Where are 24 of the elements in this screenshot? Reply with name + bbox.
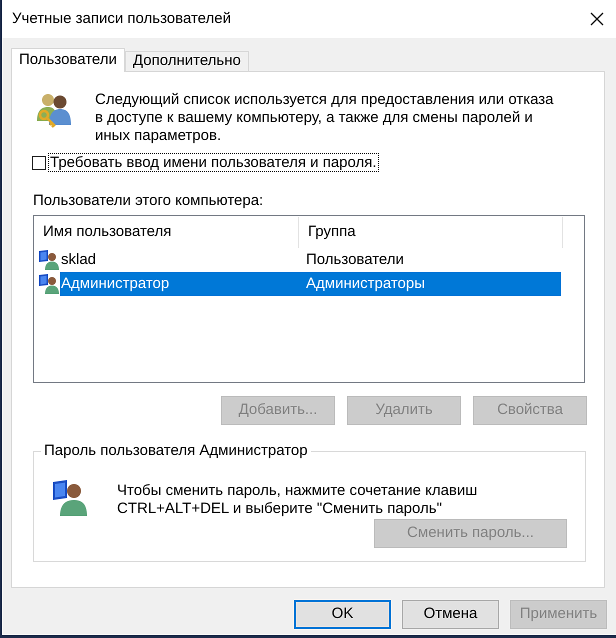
dialog-button[interactable]: OK [294,600,391,629]
column-header[interactable]: Имя пользователя [34,217,299,248]
close-icon[interactable] [590,12,604,26]
user-name-cell-text: Администратор [60,274,170,294]
require-login-label[interactable]: Требовать ввод имени пользователя и пароля. [49,154,378,171]
group-cell-text: Пользователи [305,250,404,270]
user-computer-icon [50,478,90,518]
user-computer-icon [38,273,60,295]
require-login-checkbox[interactable] [32,156,46,170]
user-computer-icon [38,249,60,271]
users-key-icon [35,91,73,129]
users-list-label: Пользователи этого компьютера: [33,192,264,210]
list-row[interactable]: Администратор Администраторы [60,272,561,296]
user-name-cell-text: sklad [60,250,98,270]
intro-text: Следующий список используется для предоставления или отказа в доступе к вашему компьютеру, а также для смены паролей и иных параметров. [95,91,554,145]
tab[interactable]: Дополнительно [124,51,249,71]
dialog-button[interactable]: Отмена [402,600,499,629]
password-group-title: Пароль пользователя Администратор [43,442,309,460]
group-cell-text: Администраторы [305,274,426,294]
tab[interactable]: Пользователи [11,48,125,72]
window-title: Учетные записи пользователей [12,8,231,29]
password-instructions: Чтобы сменить пароль, нажмите сочетание клавиш CTRL+ALT+DEL и выберите "Сменить пароль" [117,482,478,518]
column-header[interactable]: Группа [299,217,563,248]
list-row[interactable]: sklad Пользователи [60,248,561,272]
